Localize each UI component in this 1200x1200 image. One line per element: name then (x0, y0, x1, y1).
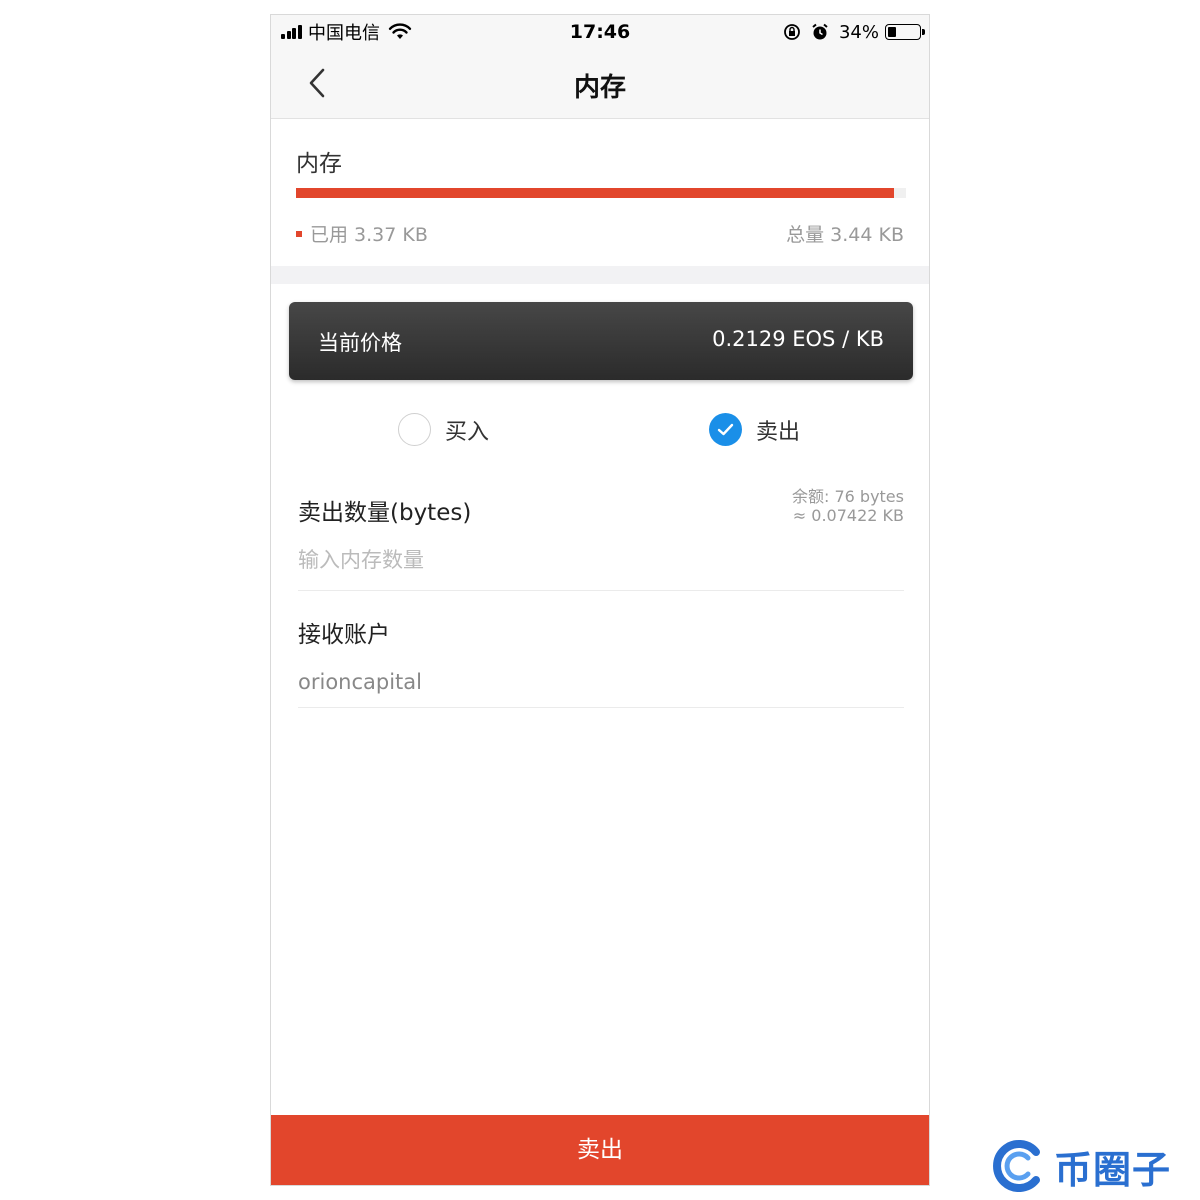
receiver-input[interactable] (298, 667, 904, 697)
rotation-lock-icon (784, 24, 800, 40)
receiver-divider (298, 707, 904, 708)
sell-radio[interactable]: 卖出 (709, 413, 800, 446)
buy-radio-label: 买入 (445, 419, 490, 445)
navigation-bar: 内存 (271, 49, 929, 119)
watermark: 币圈子 (990, 1138, 1171, 1194)
status-right: 34% (783, 21, 925, 43)
battery-percent: 34% (838, 21, 879, 43)
memory-title: 内存 (296, 151, 342, 177)
used-legend-dot (296, 230, 302, 237)
watermark-text: 币圈子 (1054, 1147, 1172, 1192)
balance-info: 余额: 76 bytes ≈ 0.07422 KB (792, 487, 904, 525)
price-value: 0.2129 EOS / KB (712, 327, 884, 351)
memory-used-label: 已用 3.37 KB (310, 224, 428, 246)
memory-progress-bar (296, 188, 906, 198)
sell-button[interactable]: 卖出 (271, 1115, 929, 1185)
checkmark-icon (717, 423, 734, 436)
balance-bytes: 余额: 76 bytes (791, 487, 904, 506)
buy-radio-circle (398, 413, 431, 446)
memory-used: 已用 3.37 KB (296, 220, 428, 247)
memory-total-label: 总量 3.44 KB (786, 224, 904, 246)
memory-usage-section: 内存 已用 3.37 KB 总量 3.44 KB (271, 120, 929, 266)
sell-amount-input[interactable] (298, 545, 904, 575)
alarm-icon (812, 23, 828, 40)
buy-radio[interactable]: 买入 (398, 413, 489, 446)
price-label: 当前价格 (318, 331, 402, 355)
phone-screen: 中国电信 17:46 34% 内存 内存 已用 3.37 KB 总量 3.44 … (270, 14, 930, 1186)
balance-kb: ≈ 0.07422 KB (792, 506, 904, 525)
sell-radio-circle (709, 413, 742, 446)
page-title: 内存 (573, 73, 626, 103)
sell-amount-divider (298, 590, 904, 591)
battery-fill (888, 27, 896, 37)
sell-radio-label: 卖出 (756, 419, 801, 445)
memory-progress-fill (296, 188, 894, 198)
sell-amount-label: 卖出数量(bytes) (298, 500, 472, 526)
battery-icon (885, 24, 925, 40)
section-divider (271, 266, 929, 284)
status-bar: 中国电信 17:46 34% (271, 15, 929, 49)
receiver-label: 接收账户 (298, 622, 390, 648)
price-card: 当前价格 0.2129 EOS / KB (289, 302, 913, 380)
watermark-logo-icon (993, 1140, 1040, 1192)
